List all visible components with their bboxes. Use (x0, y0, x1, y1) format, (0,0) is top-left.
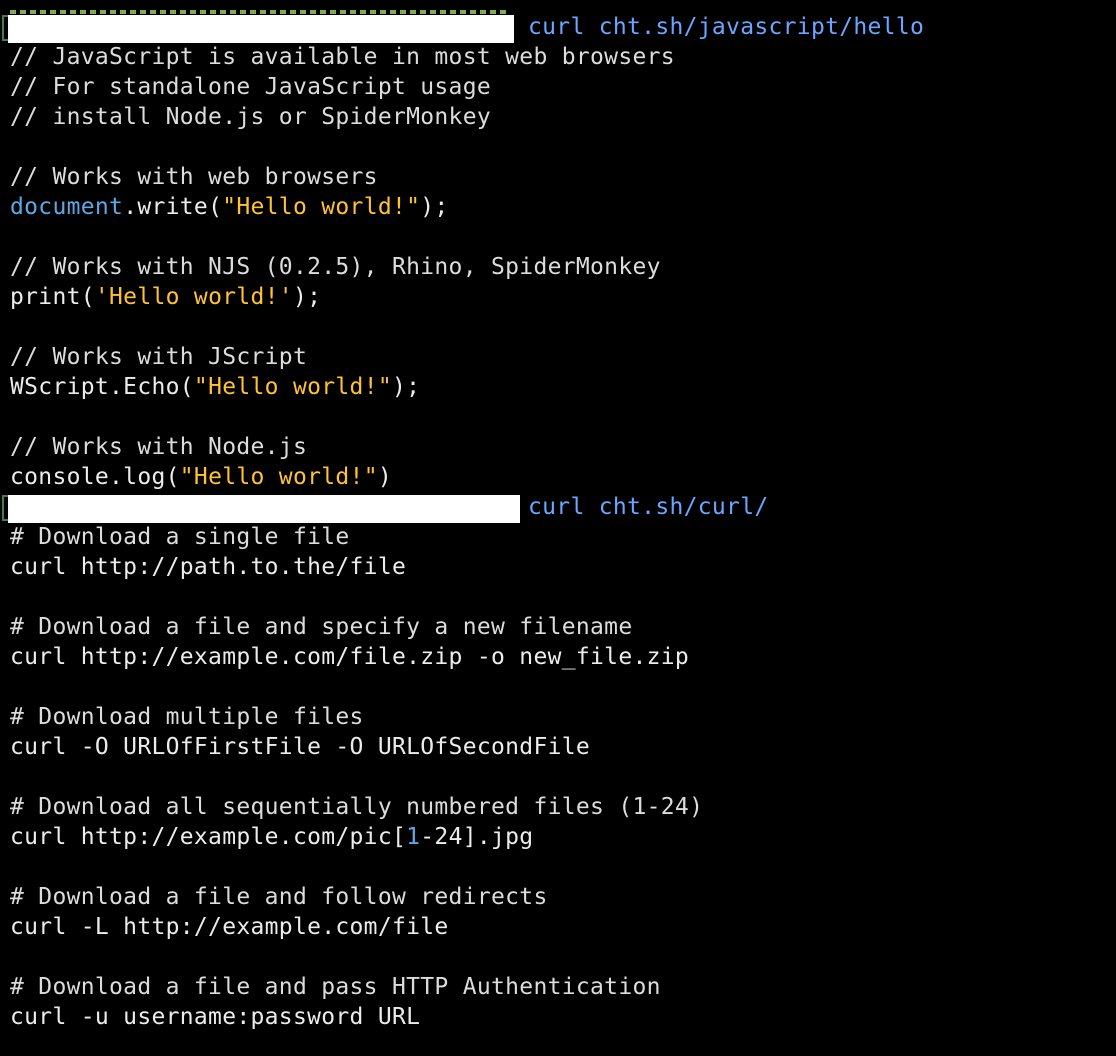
code-comment: // For standalone JavaScript usage (10, 74, 492, 100)
code-comment: // Works with Node.js (10, 434, 308, 460)
code-string: "Hello world!" (179, 464, 378, 490)
code-line: console.log("Hello world!") (10, 462, 392, 492)
code-number: 1 (406, 824, 421, 850)
code-comment: # Download multiple files (10, 704, 364, 730)
code-line: curl http://example.com/file.zip -o new_… (10, 644, 690, 670)
code-string: "Hello world!" (193, 374, 392, 400)
shell-command: curl cht.sh/curl/ (528, 494, 769, 520)
shell-command: curl cht.sh/javascript/hello (528, 14, 925, 40)
code-end: ); (391, 374, 421, 400)
code-call: console.log( (10, 464, 180, 490)
code-call: .write( (123, 194, 223, 220)
code-string: "Hello world!" (222, 194, 421, 220)
redacted-prompt (8, 495, 520, 523)
shell-prompt-line: curl cht.sh/javascript/hello (0, 10, 924, 43)
code-string: 'Hello world!' (94, 284, 293, 310)
code-call: WScript.Echo( (10, 374, 194, 400)
redacted-prompt (8, 15, 514, 43)
code-end: ); (292, 284, 322, 310)
code-line: curl -O URLOfFirstFile -O URLOfSecondFil… (10, 734, 591, 760)
code-line: curl -u username:password URL (10, 1004, 421, 1030)
code-line: document.write("Hello world!"); (10, 192, 449, 222)
code-line: curl http://example.com/pic[1-24].jpg (10, 822, 533, 852)
code-comment: // JavaScript is available in most web b… (10, 44, 675, 70)
code-end: ); (420, 194, 449, 220)
code-text: -24].jpg (420, 824, 534, 850)
code-line: print('Hello world!'); (10, 282, 321, 312)
code-comment: // Works with NJS (0.2.5), Rhino, Spider… (10, 254, 661, 280)
code-object: document (10, 194, 124, 220)
code-comment: # Download a file and pass HTTP Authenti… (10, 974, 661, 1000)
code-comment: # Download all sequentially numbered fil… (10, 794, 704, 820)
code-comment: # Download a single file (10, 524, 350, 550)
redacted-prompt-residue (10, 10, 510, 14)
code-comment: // Works with web browsers (10, 164, 378, 190)
code-line: curl http://path.to.the/file (10, 554, 407, 580)
code-comment: // Works with JScript (10, 344, 308, 370)
terminal-window[interactable]: curl cht.sh/javascript/hello // JavaScri… (0, 0, 1116, 1056)
code-end: ) (377, 464, 392, 490)
code-comment: # Download a file and follow redirects (10, 884, 548, 910)
code-line: WScript.Echo("Hello world!"); (10, 372, 420, 402)
code-comment: // install Node.js or SpiderMonkey (10, 104, 492, 130)
shell-prompt-line: curl cht.sh/curl/ (0, 492, 768, 523)
code-text: curl http://example.com/pic[ (10, 824, 407, 850)
code-comment: # Download a file and specify a new file… (10, 614, 633, 640)
code-line: curl -L http://example.com/file (10, 914, 449, 940)
code-call: print( (10, 284, 95, 310)
